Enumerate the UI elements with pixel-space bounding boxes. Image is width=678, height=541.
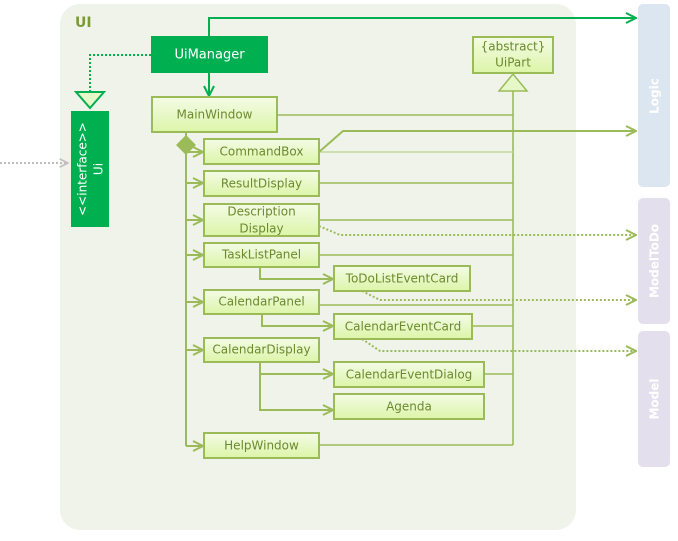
commandbox-label: CommandBox — [220, 145, 304, 159]
logic-label: Logic — [648, 78, 662, 114]
class-commandbox[interactable]: CommandBox — [203, 138, 320, 165]
descriptiondisplay-label-1: Description — [227, 205, 295, 219]
class-calendareventcard[interactable]: CalendarEventCard — [333, 313, 473, 340]
calendareventdialog-label: CalendarEventDialog — [346, 368, 473, 382]
mainwindow-label: MainWindow — [177, 108, 253, 122]
interface-ui[interactable]: <<interface>> Ui — [71, 111, 109, 227]
class-uimanager[interactable]: UiManager — [151, 36, 268, 73]
class-helpwindow[interactable]: HelpWindow — [203, 432, 320, 459]
class-descriptiondisplay[interactable]: Description Display — [203, 203, 320, 237]
tasklistpanel-label: TaskListPanel — [221, 248, 301, 262]
helpwindow-label: HelpWindow — [224, 439, 299, 453]
model-todo-label: ModelToDo — [648, 224, 662, 298]
class-tasklistpanel[interactable]: TaskListPanel — [203, 242, 320, 268]
class-todolisteventcard[interactable]: ToDoListEventCard — [333, 265, 471, 292]
class-agenda[interactable]: Agenda — [333, 393, 485, 420]
class-mainwindow[interactable]: MainWindow — [151, 96, 278, 133]
calendareventcard-label: CalendarEventCard — [345, 320, 461, 334]
descriptiondisplay-label-2: Display — [239, 222, 283, 236]
class-resultdisplay[interactable]: ResultDisplay — [203, 170, 320, 197]
uipart-label: UiPart — [495, 56, 531, 70]
model-label: Model — [648, 378, 662, 419]
ui-class-diagram: UI Logic ModelToDo Model UiManager <<int… — [0, 4, 670, 530]
calendardisplay-label: CalendarDisplay — [212, 343, 310, 357]
uipart-stereotype: {abstract} — [481, 40, 546, 54]
agenda-label: Agenda — [386, 400, 432, 414]
interface-ui-label: Ui — [92, 163, 106, 175]
class-calendareventdialog[interactable]: CalendarEventDialog — [333, 361, 485, 388]
interface-stereotype: <<interface>> — [76, 122, 90, 216]
calendarpanel-label: CalendarPanel — [218, 295, 304, 309]
todolisteventcard-label: ToDoListEventCard — [345, 272, 459, 286]
uimanager-label: UiManager — [174, 48, 245, 63]
package-label: UI — [75, 15, 92, 31]
class-uipart[interactable]: {abstract} UiPart — [472, 36, 554, 74]
class-calendardisplay[interactable]: CalendarDisplay — [203, 337, 320, 363]
resultdisplay-label: ResultDisplay — [221, 177, 302, 191]
class-calendarpanel[interactable]: CalendarPanel — [203, 289, 320, 315]
